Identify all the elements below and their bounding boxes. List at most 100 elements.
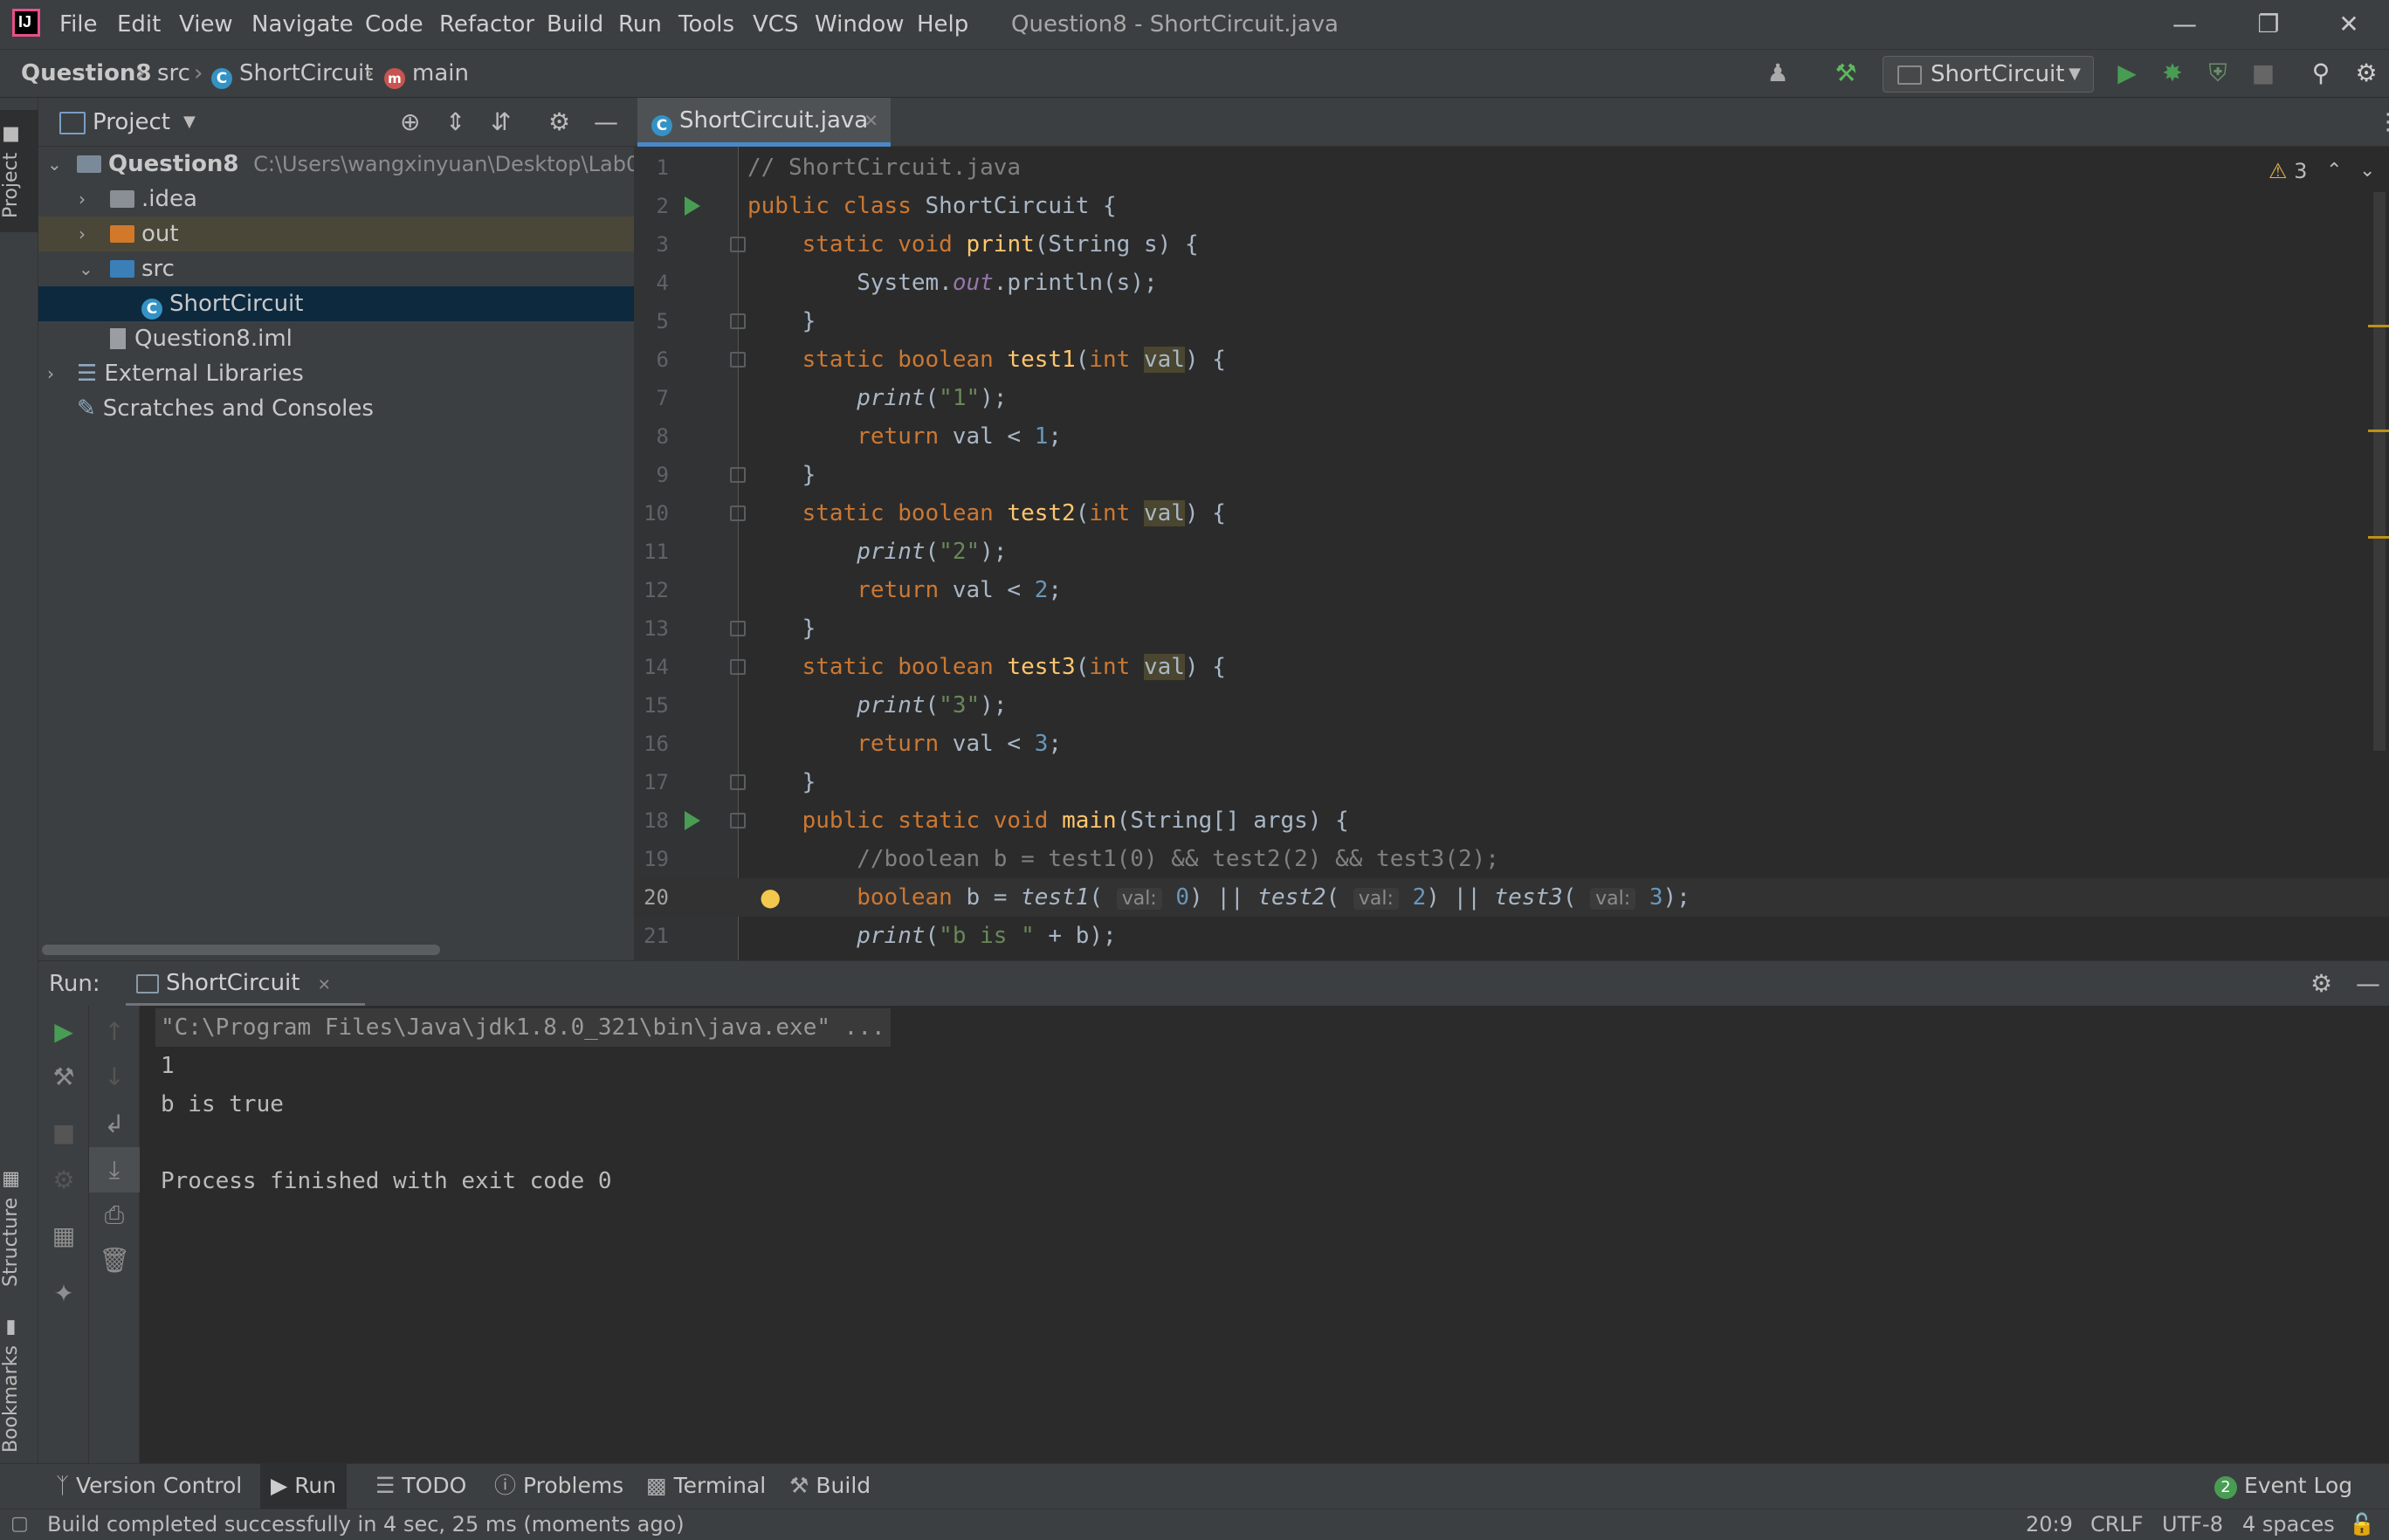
tree-item-scratches[interactable]: ✎ Scratches and Consoles [38,391,634,426]
menu-help[interactable]: Help [917,0,968,49]
menu-build[interactable]: Build [547,0,603,49]
collapse-all-icon[interactable]: ⇵ [491,98,511,147]
arrow-up-icon[interactable]: ↑ [89,1009,140,1055]
project-view-label[interactable]: Project [93,98,170,147]
tab-options-icon[interactable]: ⋮ [2377,98,2389,147]
stop-icon[interactable]: ■ [2246,56,2281,91]
menu-view[interactable]: View [179,0,233,49]
user-icon[interactable]: ♟ [1760,56,1795,91]
bookmarks-tool-tab[interactable]: Bookmarks ▮ [0,1311,38,1460]
soft-wrap-icon[interactable]: ↲ [89,1102,140,1147]
gear-icon[interactable]: ⚙ [548,98,570,147]
run-main-gutter-icon[interactable] [685,811,700,830]
tree-item-question8-iml[interactable]: Question8.iml [38,321,634,356]
search-icon[interactable]: ⚲ [2303,56,2338,91]
tab-terminal[interactable]: ▩ Terminal [636,1463,776,1509]
fold-marker-icon[interactable] [730,621,746,636]
tree-item-idea[interactable]: › .idea [38,182,634,217]
restore-button[interactable]: ❐ [2228,0,2309,49]
run-configuration-dropdown[interactable]: ShortCircuit ▼ [1883,56,2094,93]
tree-item-external-libraries[interactable]: › ☰ External Libraries [38,356,634,391]
tab-version-control[interactable]: ᛉ Version Control [45,1463,252,1509]
file-encoding[interactable]: UTF-8 [2162,1509,2223,1540]
console-output[interactable] [140,1006,2389,1463]
fold-marker-icon[interactable] [730,505,746,521]
event-log-button[interactable]: 2 Event Log [2204,1463,2363,1509]
tree-item-out[interactable]: › out [38,217,634,251]
kill-icon[interactable]: ⚙ [38,1158,89,1203]
status-message[interactable]: Build completed successfully in 4 sec, 2… [47,1509,685,1540]
stop-icon[interactable]: ■ [38,1110,89,1156]
menu-window[interactable]: Window [815,0,905,49]
layout-icon[interactable]: ▦ [38,1213,89,1259]
fold-marker-icon[interactable] [730,774,746,790]
menu-vcs[interactable]: VCS [753,0,798,49]
chevron-down-icon[interactable]: ⌄ [2359,155,2375,187]
tree-item-shortcircuit[interactable]: C ShortCircuit [38,286,634,321]
print-icon[interactable]: ⎙ [89,1193,140,1238]
chevron-up-icon[interactable]: ⌃ [2326,155,2342,187]
fold-marker-icon[interactable] [730,352,746,368]
warning-marker[interactable] [2368,430,2389,432]
indent-setting[interactable]: 4 spaces [2242,1509,2335,1540]
breadcrumb-project[interactable]: Question8 [21,49,152,98]
menu-file[interactable]: File [59,0,98,49]
arrow-down-icon[interactable]: ↓ [89,1055,140,1100]
fold-marker-icon[interactable] [730,659,746,675]
menu-navigate[interactable]: Navigate [251,0,354,49]
settings-gear-icon[interactable]: ⚙ [2349,56,2384,91]
hide-panel-icon[interactable]: — [594,98,618,147]
structure-tool-tab[interactable]: Structure ▦ [0,1154,38,1303]
project-tool-tab[interactable]: Project ■ [0,110,38,232]
fold-marker-icon[interactable] [730,467,746,483]
menu-tools[interactable]: Tools [678,0,734,49]
build-hammer-icon[interactable]: ⚒ [1828,56,1863,91]
tab-run[interactable]: ▶ Run [260,1463,348,1509]
close-tab-icon[interactable]: ✕ [864,98,878,143]
status-square-icon[interactable]: ▢ [10,1509,29,1540]
cursor-position[interactable]: 20:9 [2026,1509,2073,1540]
wrench-icon[interactable]: ⚒ [38,1055,89,1100]
run-tab-shortcircuit[interactable]: ShortCircuit ✕ [126,961,365,1007]
pin-icon[interactable]: ✦ [38,1271,89,1317]
line-separator[interactable]: CRLF [2090,1509,2144,1540]
trash-icon[interactable]: 🗑 [89,1238,140,1283]
locate-icon[interactable]: ⊕ [400,98,420,147]
run-icon[interactable]: ▶ [2110,56,2145,91]
rerun-icon[interactable]: ▶ [38,1009,89,1055]
expand-all-icon[interactable]: ⇕ [445,98,465,147]
breadcrumb-class[interactable]: C ShortCircuit [211,49,373,98]
scroll-to-end-icon[interactable]: ⤓ [89,1147,140,1193]
run-class-gutter-icon[interactable] [685,196,700,216]
lock-icon[interactable]: 🔓 [2349,1509,2375,1540]
tab-problems[interactable]: ⓘ Problems [484,1463,634,1509]
console-line-command[interactable]: "C:\Program Files\Java\jdk1.8.0_321\bin\… [155,1008,891,1047]
warnings-indicator[interactable]: ⚠ 3 [2269,155,2307,187]
gear-icon[interactable]: ⚙ [2310,961,2332,1007]
project-horizontal-scrollbar[interactable] [42,945,440,955]
breadcrumb-src[interactable]: src [157,49,190,98]
editor-vertical-scrollbar[interactable] [2373,192,2386,751]
minimize-button[interactable]: — [2145,0,2225,49]
warning-marker[interactable] [2368,536,2389,539]
fold-marker-icon[interactable] [730,237,746,252]
tree-item-src[interactable]: ⌄ src [38,251,634,286]
tree-item-question8[interactable]: ⌄ Question8 C:\Users\wangxinyuan\Desktop… [38,147,634,182]
menu-code[interactable]: Code [365,0,423,49]
menu-edit[interactable]: Edit [117,0,161,49]
warning-marker[interactable] [2368,325,2389,327]
hide-panel-icon[interactable]: — [2356,961,2380,1007]
menu-run[interactable]: Run [618,0,662,49]
coverage-icon[interactable]: ⛨ [2200,56,2235,91]
tab-build[interactable]: ⚒ Build [779,1463,881,1509]
close-window-button[interactable]: ✕ [2309,0,2389,49]
fold-marker-icon[interactable] [730,813,746,828]
editor-tab-shortcircuit[interactable]: C ShortCircuit.java ✕ [637,98,891,147]
debug-icon[interactable]: ✸ [2155,56,2190,91]
menu-refactor[interactable]: Refactor [439,0,534,49]
close-tab-icon[interactable]: ✕ [318,976,331,994]
breadcrumb-method[interactable]: m main [384,49,469,98]
chevron-down-icon[interactable]: ▼ [183,98,196,147]
tab-todo[interactable]: ☰ TODO [365,1463,477,1509]
fold-marker-icon[interactable] [730,313,746,329]
